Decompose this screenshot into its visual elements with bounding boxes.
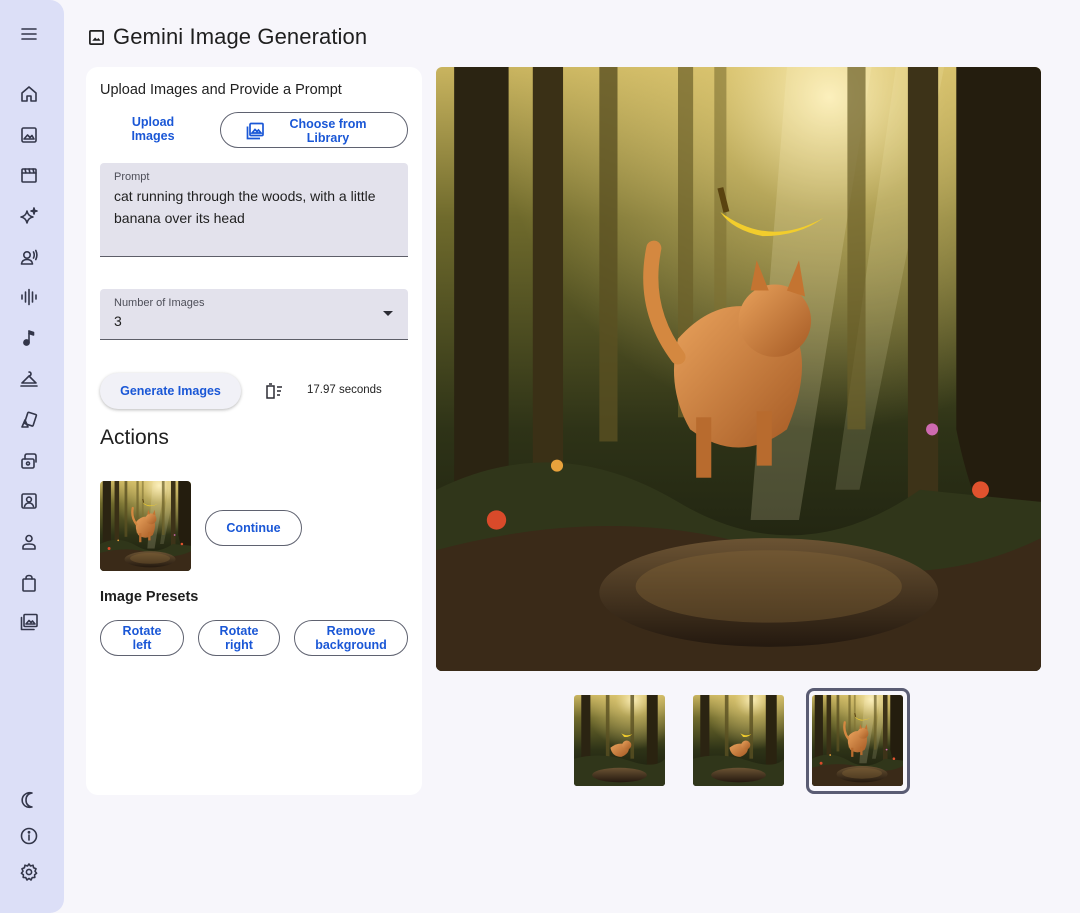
info-icon[interactable] [16,823,42,849]
try-on-icon[interactable] [16,366,42,392]
sidebar-rail [0,0,64,913]
image-icon [89,29,104,45]
shapes-icon[interactable] [16,407,42,433]
menu-icon[interactable] [16,21,42,47]
settings-icon[interactable] [16,859,42,885]
shopping-bag-icon[interactable] [16,570,42,596]
library-button-label: Choose from Library [289,117,367,145]
upload-images-button[interactable]: Upload Images [112,115,194,143]
home-icon[interactable] [16,81,42,107]
number-of-images-label: Number of Images [114,297,205,309]
image-presets-heading: Image Presets [100,589,199,605]
layers-icon[interactable] [16,448,42,474]
number-of-images-value: 3 [114,313,122,329]
portrait-icon[interactable] [16,488,42,514]
sparkle-icon[interactable] [16,203,42,229]
prompt-input[interactable]: cat running through the woods, with a li… [114,185,394,229]
rotate-left-button[interactable]: Rotate left [100,620,184,656]
prompt-field[interactable]: Prompt cat running through the woods, wi… [100,163,408,257]
result-thumbnail-3[interactable] [812,695,903,786]
timer-icon [264,382,284,400]
elapsed-time: 17.97 seconds [307,384,382,396]
rotate-right-button[interactable]: Rotate right [198,620,280,656]
generate-images-button[interactable]: Generate Images [100,373,241,409]
photo-library-icon[interactable] [16,609,42,635]
image-icon[interactable] [16,122,42,148]
prompt-label: Prompt [114,171,150,183]
voice-icon[interactable] [16,244,42,270]
number-of-images-select[interactable]: Number of Images 3 [100,289,408,340]
control-panel: Upload Images and Provide a Prompt Uploa… [86,67,422,795]
choose-from-library-button[interactable]: Choose from Library [220,112,408,148]
dropdown-arrow-icon [383,311,393,316]
result-thumbnail-2[interactable] [693,695,784,786]
selected-image-thumbnail [100,481,191,571]
dark-mode-icon[interactable] [16,787,42,813]
generated-image-preview [436,67,1041,671]
waveform-icon[interactable] [16,284,42,310]
remove-background-label: Remove background [315,624,387,652]
page-header: Gemini Image Generation [88,24,367,50]
actions-heading: Actions [100,426,169,449]
rotate-right-label: Rotate right [219,624,259,652]
page-title: Gemini Image Generation [113,24,368,49]
music-note-icon[interactable] [16,325,42,351]
photo-library-icon [246,122,264,140]
result-thumbnail-1[interactable] [574,695,665,786]
person-icon[interactable] [16,529,42,555]
continue-button[interactable]: Continue [205,510,302,546]
upload-heading: Upload Images and Provide a Prompt [100,82,342,98]
remove-background-button[interactable]: Remove background [294,620,408,656]
rotate-left-label: Rotate left [122,624,162,652]
movie-icon[interactable] [16,162,42,188]
